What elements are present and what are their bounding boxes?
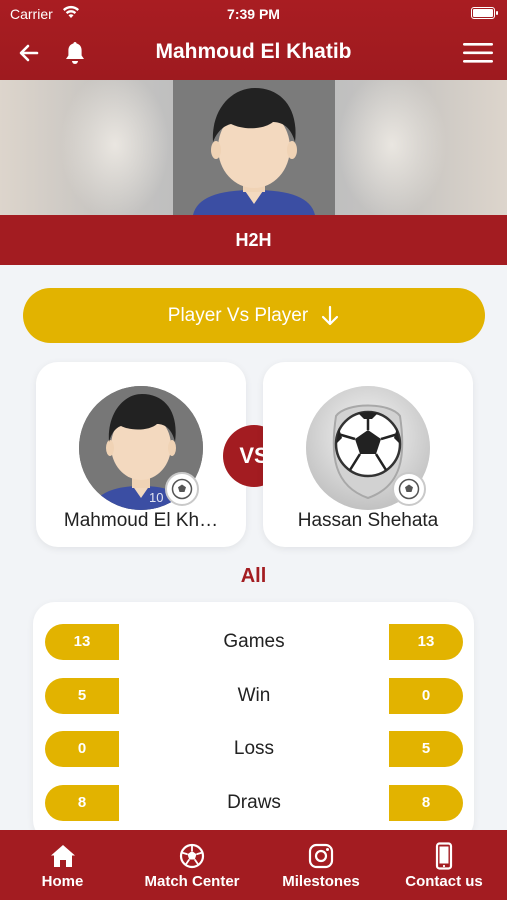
stats-card: 13 Games 13 5 Win 0 0 Loss 5 8 Draws 8: [33, 602, 474, 842]
soccer-ball-icon: [179, 843, 205, 869]
tab-home-label: Home: [41, 873, 84, 890]
player-photo: [173, 80, 335, 215]
comparison-type-dropdown[interactable]: Player Vs Player: [23, 288, 485, 343]
soccer-ball-icon: [398, 478, 420, 500]
player-card-right[interactable]: Hassan Shehata: [263, 362, 473, 547]
tab-contact-us[interactable]: Contact us: [392, 830, 496, 900]
nav-bar: Mahmoud El Khatib: [0, 28, 507, 78]
player-right-name: Hassan Shehata: [297, 510, 439, 531]
tab-contact-us-label: Contact us: [405, 873, 483, 890]
home-icon: [50, 845, 75, 867]
stat-left-value: 5: [45, 678, 119, 714]
comparison-type-label: Player Vs Player: [167, 304, 309, 326]
stat-left-value: 13: [45, 624, 119, 660]
hamburger-icon: [463, 43, 493, 63]
tab-milestones[interactable]: Milestones: [270, 830, 372, 900]
status-time: 7:39 PM: [227, 6, 280, 22]
stat-right-value: 13: [389, 624, 463, 660]
club-badge: [165, 472, 199, 506]
h2h-section-header: H2H: [0, 215, 507, 265]
page-title: Mahmoud El Khatib: [155, 40, 352, 63]
stat-label: Games: [223, 631, 285, 652]
stat-right-value: 8: [389, 785, 463, 821]
stat-right-value: 0: [389, 678, 463, 714]
player-card-left[interactable]: 10 Mahmoud El Kh…: [36, 362, 246, 547]
arrow-down-icon: [322, 305, 339, 325]
player-left-name: Mahmoud El Kh…: [63, 510, 219, 531]
tab-match-center[interactable]: Match Center: [128, 830, 256, 900]
phone-icon: [435, 842, 453, 870]
stat-label: Loss: [233, 738, 275, 759]
player-avatar-illustration: [193, 88, 315, 215]
stat-row: 5 Win 0: [33, 678, 474, 714]
stat-label: Draws: [227, 792, 281, 813]
stat-row: 8 Draws 8: [33, 785, 474, 821]
stat-right-value: 5: [389, 731, 463, 767]
club-badge: [392, 472, 426, 506]
stat-left-value: 8: [45, 785, 119, 821]
stat-label: Win: [237, 685, 271, 706]
stat-row: 0 Loss 5: [33, 731, 474, 767]
jersey-number: 10: [149, 490, 164, 505]
top-bar: Carrier 7:39 PM Mahmoud El Khatib: [0, 0, 507, 80]
bottom-tab-bar: Home Match Center Milestones Contact us: [0, 830, 507, 900]
tab-home[interactable]: Home: [10, 830, 115, 900]
tab-milestones-label: Milestones: [282, 873, 360, 890]
competition-filter-label[interactable]: All: [0, 565, 507, 588]
soccer-ball-icon: [171, 478, 193, 500]
instagram-icon: [308, 843, 334, 869]
status-bar: Carrier 7:39 PM: [0, 0, 507, 28]
stat-left-value: 0: [45, 731, 119, 767]
menu-button[interactable]: [463, 38, 493, 68]
app-screen: Carrier 7:39 PM Mahmoud El Khatib H2H Pl…: [0, 0, 507, 900]
tab-match-center-label: Match Center: [144, 873, 240, 890]
hero-banner: [0, 80, 507, 215]
battery-icon: [471, 7, 498, 19]
stat-row: 13 Games 13: [33, 624, 474, 660]
